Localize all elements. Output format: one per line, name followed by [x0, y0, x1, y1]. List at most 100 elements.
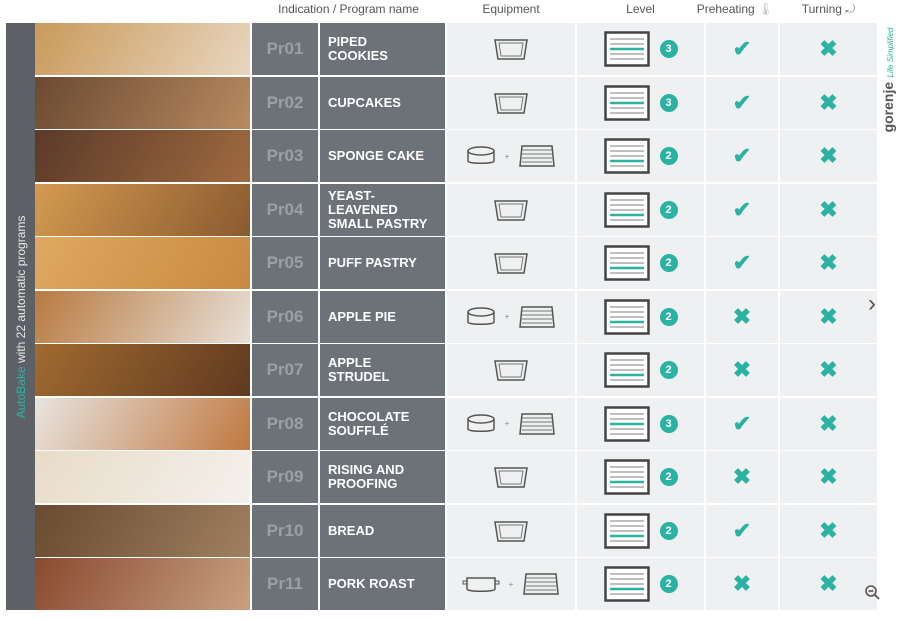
header-level: Level: [626, 2, 655, 16]
turning-cell: ✖: [780, 451, 877, 503]
level-cell: 2: [577, 237, 704, 289]
program-code: Pr02: [252, 76, 318, 129]
equipment-cell: +: [447, 558, 575, 610]
food-photo: [35, 237, 250, 289]
program-row: Pr03 SPONGE CAKE + 2 ✔ ✖: [35, 130, 877, 182]
program-row: Pr04 YEAST- LEAVENED SMALL PASTRY 2 ✔ ✖: [35, 183, 877, 236]
food-photo: [35, 558, 250, 610]
baking-tray-icon: [494, 360, 528, 381]
cross-icon: ✖: [819, 36, 838, 61]
preheating-cell: ✖: [706, 558, 778, 610]
oven-level-icon: [603, 352, 650, 388]
sidebar-banner: AutoBake with 22 automatic programs: [6, 23, 35, 610]
next-arrow-button[interactable]: ›: [868, 290, 876, 318]
equipment-cell: [447, 183, 575, 236]
header-preheating: Preheating 🌡︎: [690, 2, 780, 16]
cross-icon: ✖: [819, 196, 838, 222]
wire-rack-icon: [519, 412, 556, 435]
cross-icon: ✖: [819, 517, 838, 543]
turning-cell: ✖: [780, 130, 877, 182]
cake-pan-icon: [466, 146, 495, 164]
cross-icon: ✖: [819, 89, 838, 115]
food-photo: [35, 23, 250, 75]
program-row: Pr02 CUPCAKES 3 ✔ ✖: [35, 76, 877, 129]
preheating-cell: ✖: [706, 344, 778, 396]
zoom-out-icon[interactable]: [864, 584, 882, 602]
check-icon: ✔: [732, 517, 752, 543]
program-code: Pr03: [252, 130, 318, 182]
header-program: Indication / Program name: [278, 2, 419, 16]
program-row: Pr05 PUFF PASTRY 2 ✔ ✖: [35, 237, 877, 289]
level-badge: 2: [659, 147, 678, 165]
gorenje-logo: gorenje Life Simplified: [880, 25, 898, 135]
plus-sign: +: [504, 312, 510, 321]
preheating-cell: ✔: [706, 23, 778, 75]
program-code: Pr05: [252, 237, 318, 289]
program-name: PIPED COOKIES: [320, 23, 445, 75]
program-name: APPLE PIE: [320, 290, 445, 343]
cross-icon: ✖: [819, 357, 838, 382]
plus-sign: +: [508, 579, 514, 589]
cross-icon: ✖: [732, 571, 752, 596]
program-code: Pr10: [252, 504, 318, 557]
food-photo: [35, 451, 250, 503]
cross-icon: ✖: [819, 464, 838, 489]
turning-cell: ✖: [780, 237, 877, 289]
program-row: Pr06 APPLE PIE + 2 ✖ ✖: [35, 290, 877, 343]
preheating-cell: ✔: [706, 183, 778, 236]
plus-sign: +: [504, 151, 510, 161]
rotate-icon: ⤾: [845, 2, 856, 16]
food-photo: [35, 76, 250, 129]
logo-name: gorenje: [880, 81, 896, 133]
baking-tray-icon: [494, 199, 528, 221]
turning-cell: ✖: [780, 504, 877, 557]
program-name: PORK ROAST: [320, 558, 445, 610]
baking-tray-icon: [494, 253, 528, 274]
cross-icon: ✖: [819, 303, 838, 329]
level-cell: 2: [577, 130, 704, 182]
check-icon: ✔: [732, 143, 752, 168]
cake-pan-icon: [466, 413, 495, 432]
turning-cell: ✖: [780, 397, 877, 450]
equipment-cell: [447, 237, 575, 289]
cake-pan-icon: [466, 306, 495, 325]
level-badge: 2: [659, 254, 678, 272]
equipment-cell: +: [447, 130, 575, 182]
program-code: Pr09: [252, 451, 318, 503]
preheating-cell: ✖: [706, 451, 778, 503]
level-cell: 3: [577, 76, 704, 129]
level-cell: 2: [577, 504, 704, 557]
sidebar-text: with 22 automatic programs: [13, 215, 28, 366]
check-icon: ✔: [732, 36, 752, 61]
program-row: Pr11 PORK ROAST + 2 ✖ ✖: [35, 558, 877, 610]
level-cell: 2: [577, 290, 704, 343]
equipment-cell: [447, 504, 575, 557]
program-name: RISING AND PROOFING: [320, 451, 445, 503]
preheating-cell: ✔: [706, 237, 778, 289]
baking-tray-icon: [494, 39, 528, 60]
level-cell: 3: [577, 397, 704, 450]
food-photo: [35, 290, 250, 343]
level-badge: 2: [659, 307, 678, 326]
cross-icon: ✖: [819, 410, 838, 436]
cross-icon: ✖: [732, 464, 752, 489]
program-code: Pr08: [252, 397, 318, 450]
program-row: Pr08 CHOCOLATE SOUFFLÉ + 3 ✔ ✖: [35, 397, 877, 450]
turning-cell: ✖: [780, 76, 877, 129]
roasting-pan-icon: [462, 577, 500, 592]
wire-rack-icon: [523, 573, 560, 595]
baking-tray-icon: [494, 520, 528, 542]
cross-icon: ✖: [819, 571, 838, 596]
equipment-cell: +: [447, 290, 575, 343]
program-row: Pr09 RISING AND PROOFING 2 ✖ ✖: [35, 451, 877, 503]
oven-level-icon: [603, 84, 650, 121]
program-row: Pr01 PIPED COOKIES 3 ✔ ✖: [35, 23, 877, 75]
preheating-cell: ✔: [706, 130, 778, 182]
turning-cell: ✖: [780, 23, 877, 75]
level-cell: 2: [577, 558, 704, 610]
level-cell: 2: [577, 451, 704, 503]
program-name: CUPCAKES: [320, 76, 445, 129]
level-badge: 3: [659, 93, 678, 112]
level-badge: 2: [659, 521, 678, 540]
level-cell: 2: [577, 183, 704, 236]
